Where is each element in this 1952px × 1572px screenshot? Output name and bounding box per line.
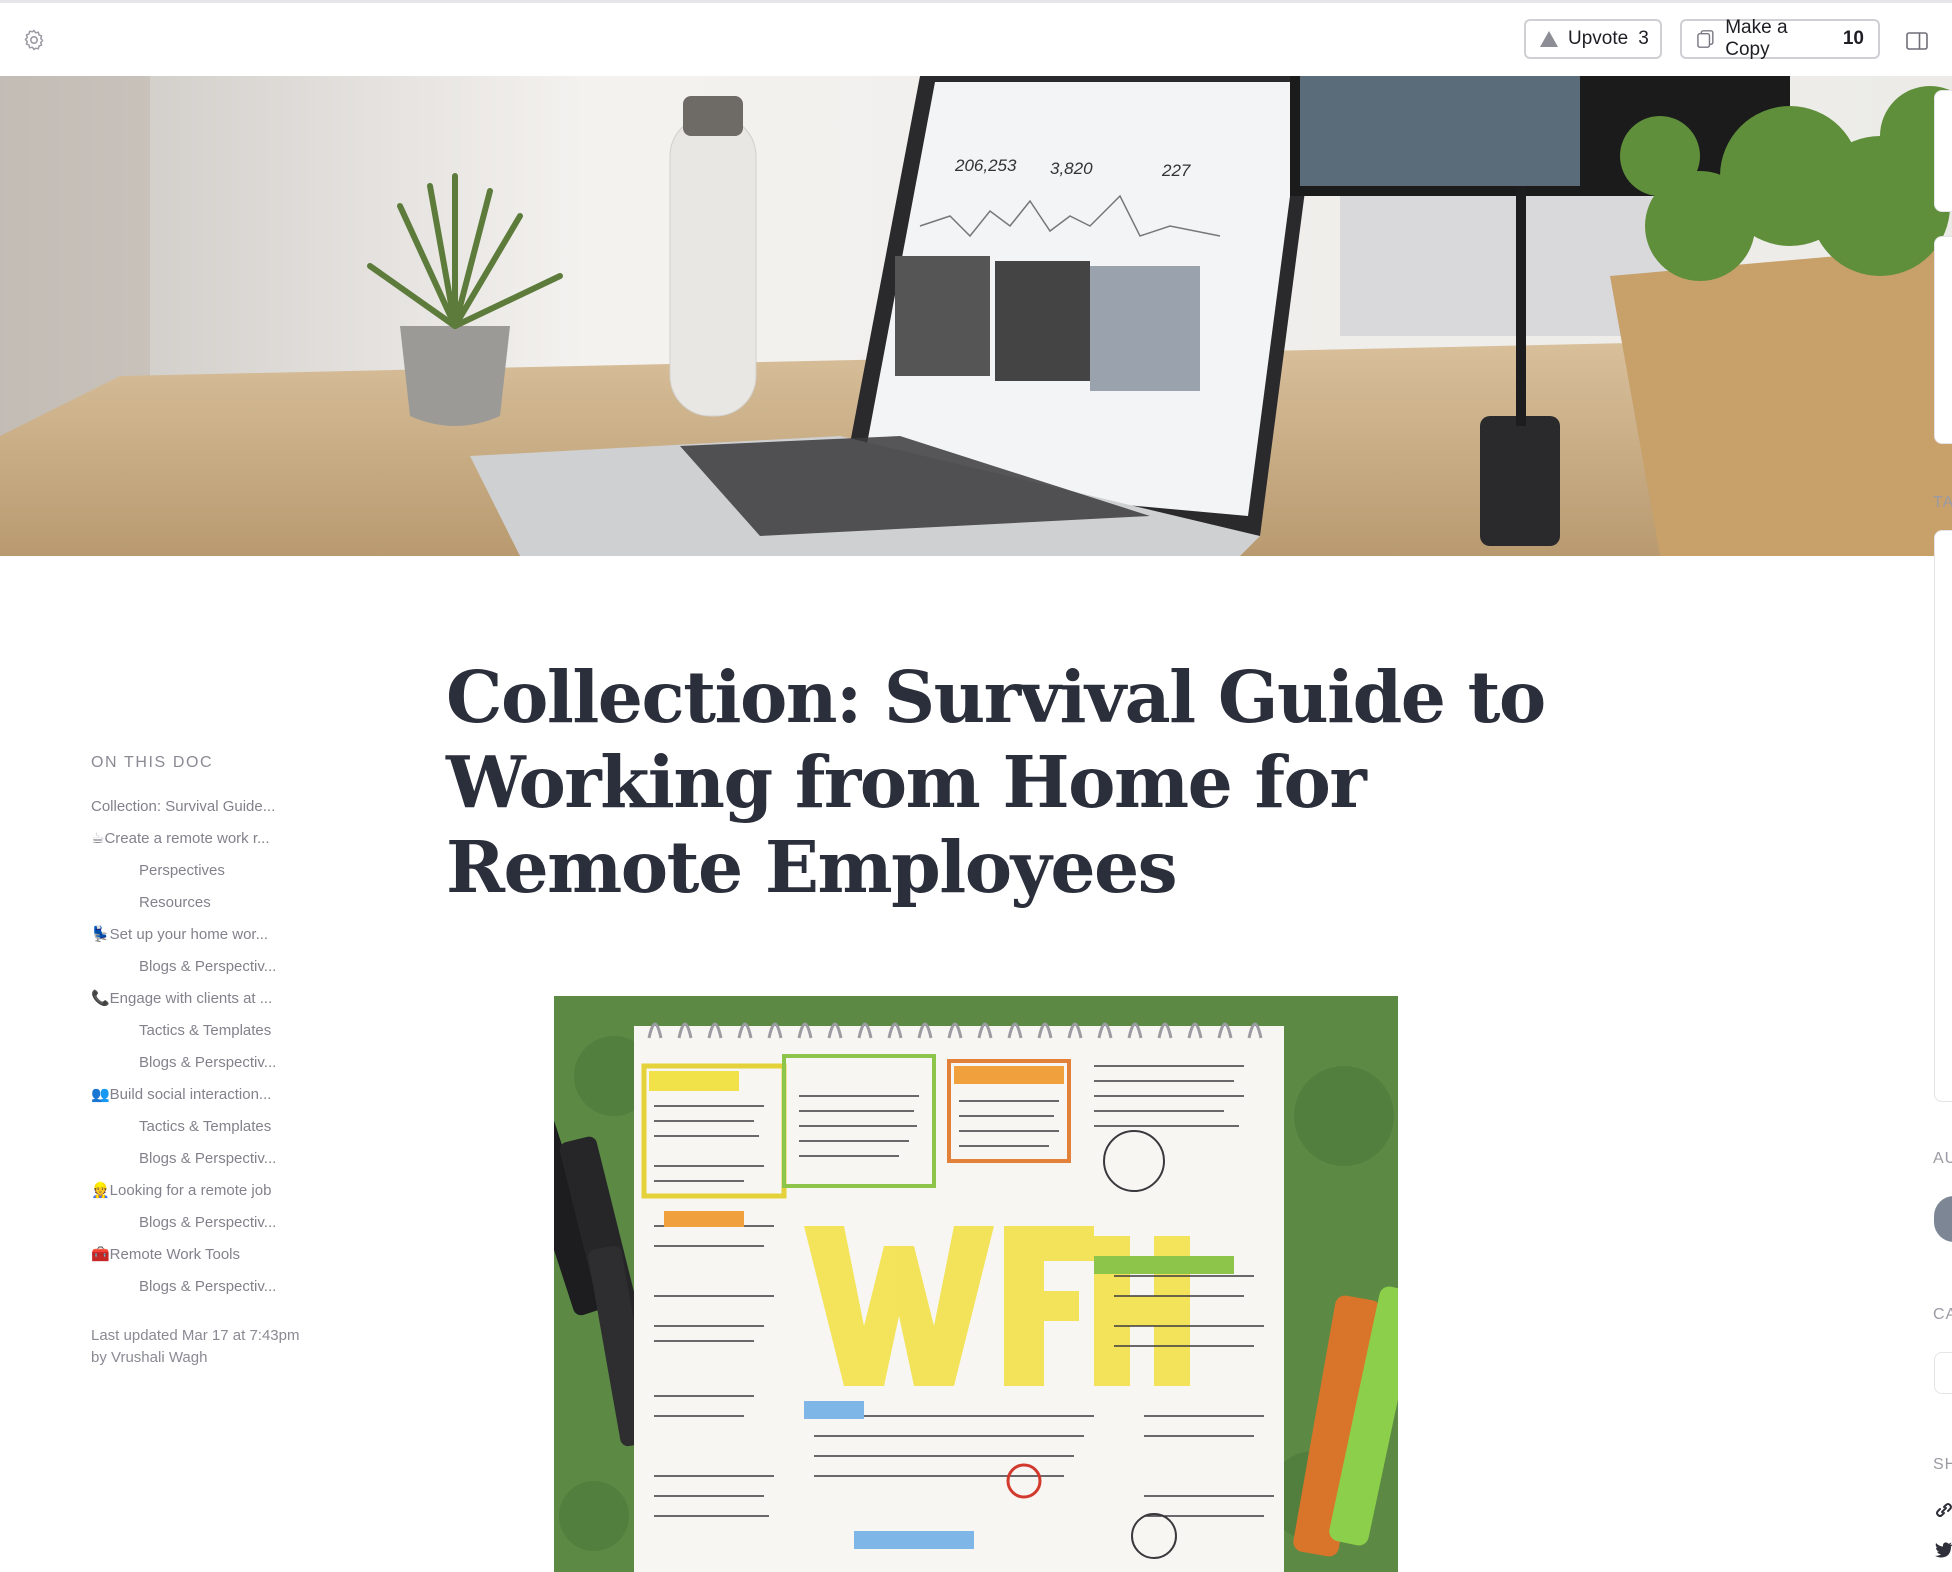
toc-subitem[interactable]: Blogs & Perspectiv...	[91, 951, 331, 983]
make-a-copy-button[interactable]: Make a Copy 10	[1680, 17, 1880, 60]
toc-item[interactable]: Collection: Survival Guide...	[91, 791, 331, 823]
toc-subitem[interactable]: Tactics & Templates	[91, 1111, 331, 1143]
sidebar-toggle-icon[interactable]	[1906, 32, 1928, 50]
right-panel-label: AU	[1933, 1150, 1952, 1167]
toc-subitem[interactable]: Blogs & Perspectiv...	[91, 1143, 331, 1175]
right-panel-label: TA	[1933, 494, 1952, 511]
toc-item[interactable]: 📞Engage with clients at ...	[91, 983, 331, 1015]
toc-item[interactable]: 👥Build social interaction...	[91, 1079, 331, 1111]
toc-subitem[interactable]: Perspectives	[91, 855, 331, 887]
toc-heading: ON THIS DOC	[91, 754, 214, 771]
right-panel-label: SH	[1933, 1456, 1952, 1473]
toc-item[interactable]: 💺Set up your home wor...	[91, 919, 331, 951]
toc-item[interactable]: 🧰Remote Work Tools	[91, 1239, 331, 1271]
stat-likes: 227	[1161, 161, 1191, 180]
copy-icon	[1697, 30, 1714, 48]
right-panel-card	[1934, 236, 1952, 444]
right-panel-card[interactable]	[1934, 1352, 1952, 1394]
upvote-label: Upvote	[1568, 28, 1629, 49]
page-title: Collection: Survival Guide to Working fr…	[446, 655, 1546, 909]
right-panel-label: CA	[1933, 1306, 1952, 1323]
twitter-icon[interactable]	[1934, 1540, 1952, 1560]
avatar[interactable]	[1934, 1196, 1952, 1242]
cover-image: 206,253 3,820 227	[0, 76, 1952, 556]
upvote-button[interactable]: Upvote 3	[1524, 19, 1662, 59]
copy-count: 10	[1842, 28, 1864, 49]
upvote-count: 3	[1638, 28, 1649, 49]
toc-item[interactable]: 👷Looking for a remote job	[91, 1175, 331, 1207]
sketchnote-illustration	[554, 996, 1398, 1572]
toc-subitem[interactable]: Blogs & Perspectiv...	[91, 1207, 331, 1239]
right-panel-card	[1934, 90, 1952, 212]
table-of-contents: ON THIS DOC Collection: Survival Guide..…	[91, 754, 331, 1369]
cover-photo-illustration: 206,253 3,820 227	[0, 76, 1952, 556]
gear-icon[interactable]	[22, 28, 46, 52]
sketchnote-image	[554, 996, 1398, 1572]
toc-item[interactable]: ☕Create a remote work r...	[91, 823, 331, 855]
stat-downloads: 3,820	[1050, 159, 1093, 178]
stat-views: 206,253	[954, 156, 1017, 175]
top-bar: Upvote 3 Make a Copy 10	[0, 3, 1952, 76]
copy-label: Make a Copy	[1725, 17, 1788, 60]
last-updated-text: Last updated Mar 17 at 7:43pm by Vrushal…	[91, 1327, 300, 1366]
right-panel-card	[1934, 530, 1952, 1102]
triangle-up-icon	[1540, 31, 1558, 47]
toc-subitem[interactable]: Tactics & Templates	[91, 1015, 331, 1047]
link-icon[interactable]	[1934, 1500, 1952, 1520]
toc-subitem[interactable]: Blogs & Perspectiv...	[91, 1047, 331, 1079]
toc-subitem[interactable]: Resources	[91, 887, 331, 919]
toc-subitem[interactable]: Blogs & Perspectiv...	[91, 1271, 331, 1303]
